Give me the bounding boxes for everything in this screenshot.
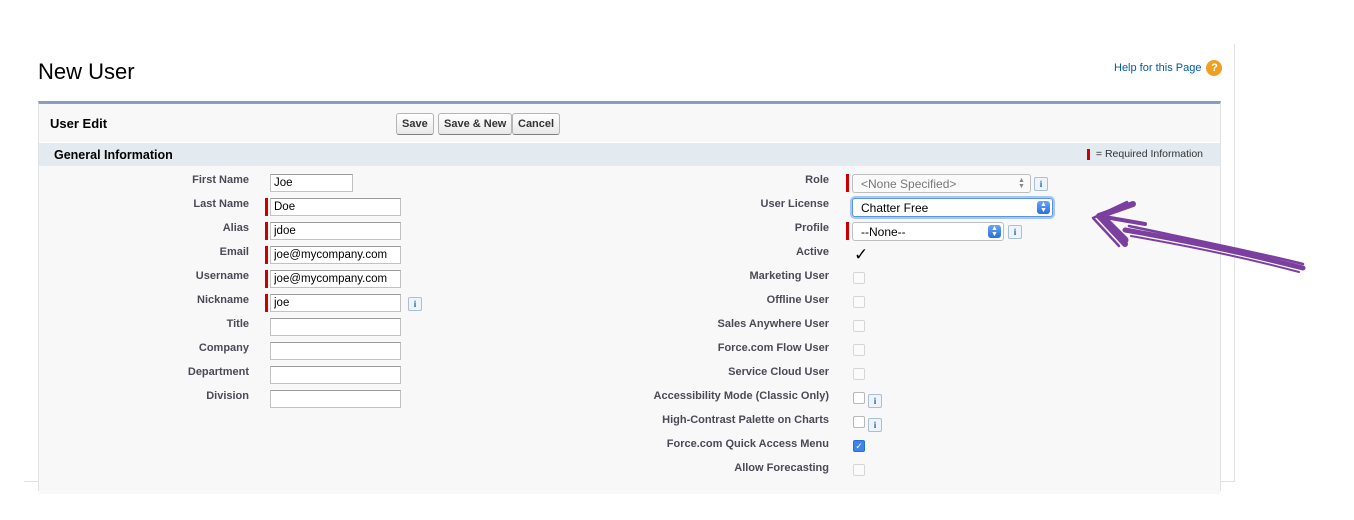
chevron-updown-icon: ▲ ▼ <box>988 225 1001 238</box>
required-legend-text: = Required Information <box>1095 148 1203 160</box>
department-label: Department <box>187 366 249 378</box>
department-input[interactable] <box>270 366 401 384</box>
service-cloud-user-checkbox[interactable] <box>853 368 865 380</box>
user-edit-panel: User Edit Save Save & New Cancel General… <box>38 101 1221 494</box>
offline-user-checkbox[interactable] <box>853 296 865 308</box>
email-label: Email <box>219 246 249 258</box>
last-name-label: Last Name <box>193 198 249 210</box>
section-header: General Information = Required Informati… <box>39 142 1220 166</box>
username-label: Username <box>195 270 249 282</box>
allow-forecasting-label: Allow Forecasting <box>734 462 829 474</box>
panel-title: User Edit <box>50 116 108 131</box>
info-icon[interactable]: i <box>1008 225 1022 239</box>
alias-input[interactable] <box>270 222 401 240</box>
sales-anywhere-user-label: Sales Anywhere User <box>717 318 829 330</box>
role-select-value: <None Specified> <box>861 177 957 191</box>
sales-anywhere-user-checkbox[interactable] <box>853 320 865 332</box>
role-select[interactable]: <None Specified> ▲ ▼ <box>852 174 1031 193</box>
quick-access-menu-label: Force.com Quick Access Menu <box>666 438 829 450</box>
panel-header: User Edit Save Save & New Cancel <box>39 104 1220 142</box>
active-checkbox[interactable]: ✓ <box>854 246 868 263</box>
marketing-user-label: Marketing User <box>749 270 829 282</box>
info-icon[interactable]: i <box>408 297 422 311</box>
section-title: General Information <box>54 148 173 162</box>
save-button[interactable]: Save <box>396 113 434 135</box>
nickname-label: Nickname <box>197 294 249 306</box>
division-input[interactable] <box>270 390 401 408</box>
email-input[interactable] <box>270 246 401 264</box>
username-input[interactable] <box>270 270 401 288</box>
profile-select-value: --None-- <box>861 225 906 239</box>
user-license-label: User License <box>760 198 829 210</box>
annotation-arrow-icon <box>1091 200 1306 273</box>
title-label: Title <box>226 318 249 330</box>
chevron-updown-icon: ▲ ▼ <box>1037 201 1050 214</box>
info-icon[interactable]: i <box>868 394 882 408</box>
required-marker <box>1086 148 1090 160</box>
required-marker <box>846 222 849 240</box>
accessibility-mode-label: Accessibility Mode (Classic Only) <box>653 390 829 402</box>
help-link[interactable]: Help for this Page <box>1114 62 1201 74</box>
high-contrast-checkbox[interactable] <box>853 416 865 428</box>
last-name-input[interactable] <box>270 198 401 216</box>
alias-label: Alias <box>222 222 249 234</box>
page-title: New User <box>38 59 135 84</box>
offline-user-label: Offline User <box>766 294 829 306</box>
high-contrast-label: High-Contrast Palette on Charts <box>662 414 829 426</box>
accessibility-mode-checkbox[interactable] <box>853 392 865 404</box>
role-label: Role <box>805 174 829 186</box>
cancel-button[interactable]: Cancel <box>512 113 561 135</box>
help-for-page[interactable]: Help for this Page ? <box>1114 60 1223 76</box>
required-marker <box>265 222 268 240</box>
required-marker <box>265 270 268 288</box>
quick-access-menu-checkbox[interactable]: ✓ <box>853 440 865 452</box>
required-marker <box>265 294 268 312</box>
company-label: Company <box>198 342 249 354</box>
required-legend: = Required Information <box>1086 148 1203 160</box>
division-label: Division <box>206 390 249 402</box>
user-license-select-value: Chatter Free <box>861 201 929 215</box>
flow-user-checkbox[interactable] <box>853 344 865 356</box>
required-marker <box>846 174 849 192</box>
allow-forecasting-checkbox[interactable] <box>853 464 865 476</box>
title-input[interactable] <box>270 318 401 336</box>
profile-select[interactable]: --None-- ▲ ▼ <box>852 222 1004 241</box>
flow-user-label: Force.com Flow User <box>717 342 829 354</box>
chevron-updown-icon: ▲ ▼ <box>1018 176 1025 190</box>
first-name-label: First Name <box>192 174 249 186</box>
question-icon[interactable]: ? <box>1206 60 1223 76</box>
nickname-input[interactable] <box>270 294 401 312</box>
profile-label: Profile <box>794 222 829 234</box>
info-icon[interactable]: i <box>868 418 882 432</box>
marketing-user-checkbox[interactable] <box>853 272 865 284</box>
save-and-new-button[interactable]: Save & New <box>438 113 513 135</box>
required-marker <box>265 198 268 216</box>
service-cloud-user-label: Service Cloud User <box>728 366 829 378</box>
first-name-input[interactable] <box>270 174 353 192</box>
form-body: First Name Last Name Alias Email Usernam… <box>39 166 1220 494</box>
active-label: Active <box>795 246 829 258</box>
info-icon[interactable]: i <box>1034 177 1048 191</box>
company-input[interactable] <box>270 342 401 360</box>
required-marker <box>265 246 268 264</box>
user-license-select[interactable]: Chatter Free ▲ ▼ <box>852 198 1053 217</box>
